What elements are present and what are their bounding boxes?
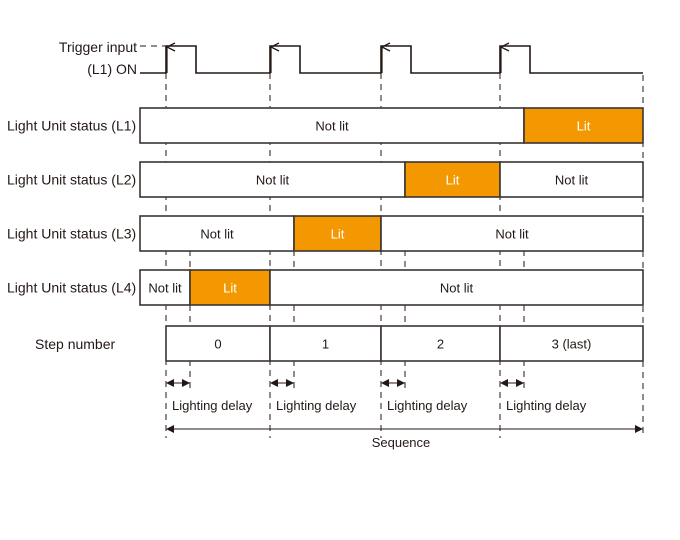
segment-label: Not lit [495, 227, 529, 242]
step-cell-label: 1 [322, 337, 329, 352]
lighting-delay-label: Lighting delay [387, 398, 468, 413]
segment-label: Lit [223, 281, 237, 296]
status-row-4: Light Unit status (L4) Not lit Lit Not lit [7, 269, 644, 306]
light-unit-status-rows: Light Unit status (L1) Not lit LitLight Un… [7, 107, 644, 306]
status-row-label: Light Unit status (L3) [7, 226, 136, 242]
sequence-label: Sequence [372, 435, 431, 450]
status-row-label: Light Unit status (L2) [7, 172, 136, 188]
step-cell-label: 2 [437, 337, 444, 352]
step-cell-label: 0 [214, 337, 221, 352]
lighting-delay-label: Lighting delay [506, 398, 587, 413]
sequence-row: Sequence [166, 425, 643, 450]
segment-label: Lit [577, 119, 591, 134]
segment-label: Not lit [440, 281, 474, 296]
status-row-2: Light Unit status (L2) Not lit Lit Not lit [7, 161, 644, 198]
segment-label: Not lit [555, 173, 589, 188]
segment-label: Not lit [256, 173, 290, 188]
trigger-waveform [140, 45, 643, 74]
step-cell-label: 3 (last) [552, 337, 592, 352]
trigger-label-line1: Trigger input [59, 39, 137, 55]
timing-diagram: Trigger input (L1) ON Light Unit status … [7, 39, 644, 450]
lighting-delay-label: Lighting delay [172, 398, 253, 413]
step-number-row: Step number 0 1 2 3 (last) [35, 325, 644, 362]
segment-label: Not lit [315, 119, 349, 134]
trigger-label-line2: (L1) ON [87, 61, 137, 77]
step-number-label: Step number [35, 336, 115, 352]
trigger-signal [140, 45, 643, 74]
segment-label: Not lit [148, 281, 182, 296]
status-row-label: Light Unit status (L4) [7, 280, 136, 296]
segment-label: Lit [331, 227, 345, 242]
segment-label: Lit [446, 173, 460, 188]
lighting-delay-label: Lighting delay [276, 398, 357, 413]
status-row-label: Light Unit status (L1) [7, 118, 136, 134]
status-row-3: Light Unit status (L3) Not lit Lit Not lit [7, 215, 644, 252]
segment-label: Not lit [200, 227, 234, 242]
status-row-1: Light Unit status (L1) Not lit Lit [7, 107, 644, 144]
